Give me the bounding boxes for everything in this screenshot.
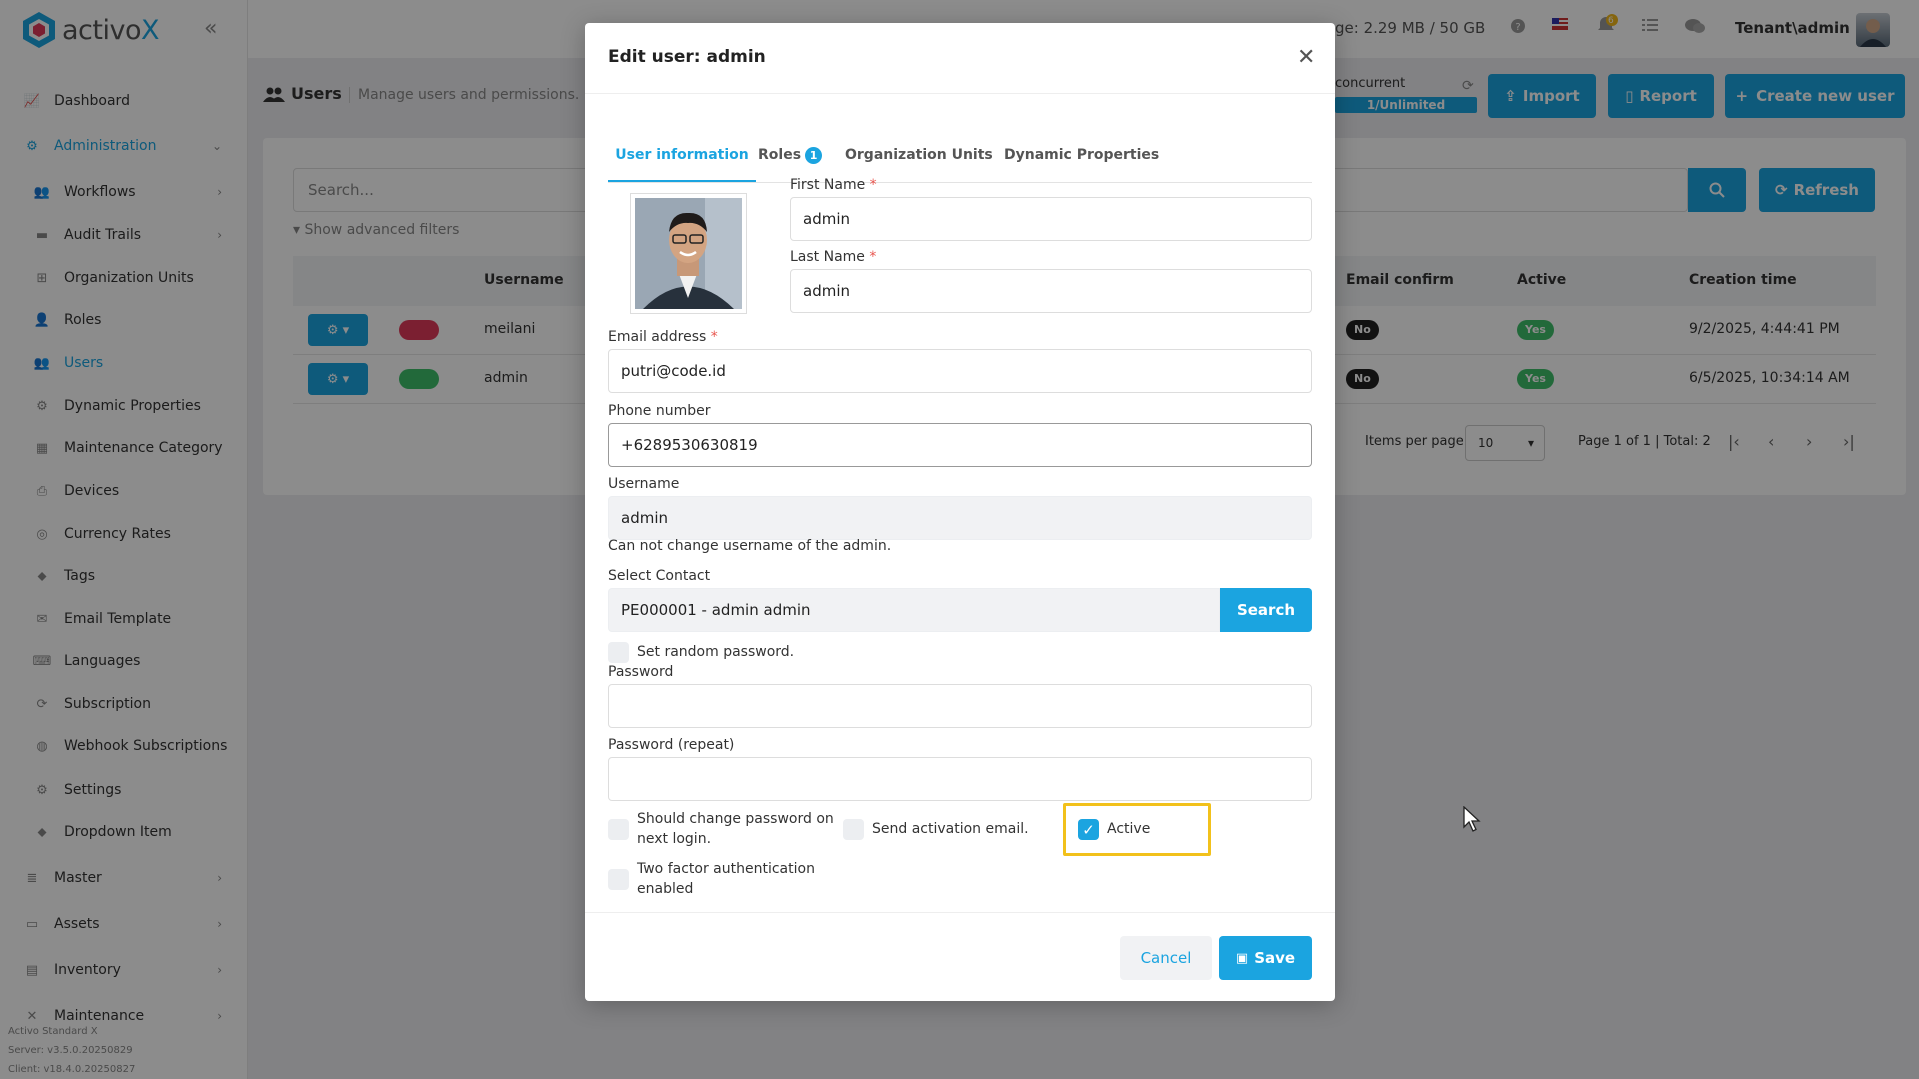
tab-label: User information: [615, 147, 749, 163]
send-activation-checkbox[interactable]: [843, 819, 864, 840]
first-name-input[interactable]: admin: [790, 197, 1312, 241]
profile-picture: [635, 198, 742, 309]
modal-title: Edit user: admin: [608, 47, 766, 67]
save-label: Save: [1254, 949, 1296, 967]
phone-input[interactable]: +6289530630819: [608, 423, 1312, 467]
username-help-text: Can not change username of the admin.: [608, 538, 892, 554]
password-repeat-input[interactable]: [608, 757, 1312, 801]
save-icon: ▣: [1235, 950, 1249, 966]
email-label-text: Email address: [608, 329, 707, 345]
two-factor-label: Two factor authentication enabled: [637, 861, 815, 897]
password-input[interactable]: [608, 684, 1312, 728]
change-password-label: Should change password on next login.: [637, 811, 834, 847]
tab-label: Dynamic Properties: [1004, 147, 1160, 163]
tab-organization-units[interactable]: Organization Units: [845, 129, 993, 182]
contact-input[interactable]: PE000001 - admin admin: [608, 588, 1220, 632]
active-checkbox[interactable]: ✓: [1078, 819, 1099, 840]
send-activation-label: Send activation email.: [872, 821, 1029, 837]
modal-tabs: User information Roles 1 Organization Uni…: [608, 129, 1312, 183]
random-password-label: Set random password.: [637, 644, 795, 660]
random-password-checkbox[interactable]: [608, 642, 629, 663]
close-icon[interactable]: ✕: [1297, 45, 1315, 70]
last-name-label: Last Name *: [790, 249, 876, 265]
save-button[interactable]: ▣ Save: [1219, 936, 1312, 980]
user-photo[interactable]: [630, 193, 747, 314]
tab-user-information[interactable]: User information: [608, 129, 756, 182]
password-repeat-label: Password (repeat): [608, 737, 735, 753]
tab-label: Organization Units: [845, 147, 993, 163]
required-marker: *: [869, 177, 877, 193]
password-label: Password: [608, 664, 674, 680]
tab-dynamic-properties[interactable]: Dynamic Properties: [1004, 129, 1159, 182]
last-name-label-text: Last Name: [790, 249, 865, 265]
email-input[interactable]: putri@code.id: [608, 349, 1312, 393]
active-label: Active: [1107, 821, 1151, 837]
contact-label: Select Contact: [608, 568, 711, 584]
username-label: Username: [608, 476, 680, 492]
mouse-cursor-icon: [1463, 806, 1481, 832]
first-name-label-text: First Name: [790, 177, 866, 193]
username-input: admin: [608, 496, 1312, 540]
change-password-checkbox[interactable]: [608, 819, 629, 840]
contact-search-button[interactable]: Search: [1220, 588, 1312, 632]
cancel-button[interactable]: Cancel: [1120, 936, 1212, 980]
modal-footer-divider: [585, 912, 1335, 913]
email-label: Email address *: [608, 329, 718, 345]
two-factor-checkbox[interactable]: [608, 869, 629, 890]
tab-label: Roles: [758, 147, 802, 163]
required-marker: *: [869, 249, 877, 265]
required-marker: *: [710, 329, 718, 345]
roles-count-badge: 1: [805, 146, 823, 164]
phone-label: Phone number: [608, 403, 711, 419]
last-name-input[interactable]: admin: [790, 269, 1312, 313]
edit-user-modal: Edit user: admin ✕ User information Role…: [585, 23, 1335, 1001]
first-name-label: First Name *: [790, 177, 877, 193]
modal-header-divider: [585, 93, 1335, 94]
tab-roles[interactable]: Roles 1: [758, 129, 823, 182]
check-icon: ✓: [1082, 820, 1095, 839]
